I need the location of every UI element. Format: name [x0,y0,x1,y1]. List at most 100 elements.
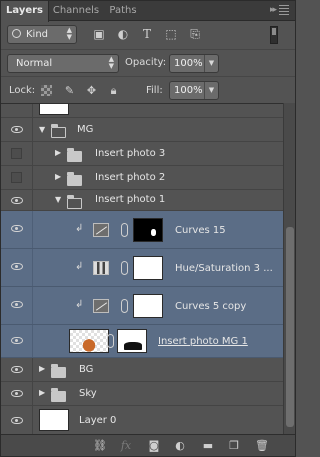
layer-name: BG [79,364,94,375]
shape-filter-icon[interactable]: ⬚ [163,27,179,41]
layer-row-mg[interactable]: ▼ MG [1,118,283,142]
collapsed-triangle-icon[interactable]: ▶ [55,172,61,181]
fx-icon[interactable]: fx [119,439,133,453]
eye-icon[interactable] [11,126,23,133]
layer-row-partial[interactable] [1,104,283,118]
layer-row-insert-photo-2[interactable]: ▶ Insert photo 2 [1,166,283,190]
clipping-arrow-icon: ↲ [75,223,84,234]
layer-row-curves-5-copy[interactable]: ↲ Curves 5 copy [1,287,283,325]
expanded-triangle-icon[interactable]: ▼ [39,125,45,134]
adjustment-filter-icon[interactable]: ◐ [115,27,131,41]
eye-icon[interactable] [11,225,23,232]
blend-mode-value: Normal [16,58,53,69]
layer-row-sky[interactable]: ▶ Sky [1,382,283,406]
image-filter-icon[interactable]: ▣ [91,27,107,41]
lock-label: Lock: [9,85,36,96]
layer-row-curves-15[interactable]: ↲ Curves 15 [1,211,283,249]
layer-thumbnail[interactable] [69,329,109,353]
trash-icon[interactable]: 🗑︎ [255,439,269,453]
visibility-off-box[interactable] [11,172,22,183]
collapsed-triangle-icon[interactable]: ▶ [39,364,45,373]
layer-row-hue-saturation-3[interactable]: ↲ Hue/Saturation 3 ... [1,249,283,287]
panel-tab-bar: Layers Channels Paths ▸▸ [1,1,295,22]
blend-mode-select[interactable]: Normal ▲ ▼ [7,54,119,73]
filter-row: Kind ▲ ▼ ▣ ◐ T ⬚ ⎘ [1,22,295,48]
chain-link-icon[interactable] [107,334,114,348]
chain-link-icon[interactable] [121,299,128,313]
layer-name: Insert photo MG 1 [158,336,248,347]
fill-dropdown-icon[interactable]: ▼ [204,82,218,99]
eye-icon[interactable] [11,197,23,204]
opacity-field[interactable]: 100% ▼ [169,54,219,73]
curves-adjustment-icon [93,299,109,313]
eye-icon[interactable] [11,366,23,373]
layer-row-insert-photo-3[interactable]: ▶ Insert photo 3 [1,142,283,166]
eye-icon[interactable] [11,390,23,397]
folder-icon [67,148,82,162]
curves-adjustment-icon [93,223,109,237]
filter-toggle-switch[interactable] [270,26,278,44]
layers-scrollbar[interactable] [283,103,295,434]
layer-thumbnail[interactable] [39,409,69,431]
layer-mask-thumbnail[interactable] [133,256,163,280]
search-icon [12,29,21,38]
layer-row-insert-photo-1[interactable]: ▼ Insert photo 1 [1,190,283,211]
visibility-off-box[interactable] [11,148,22,159]
blend-row: Normal ▲ ▼ Opacity: 100% ▼ [1,49,295,75]
lock-all-icon[interactable]: 🔒︎ [107,84,120,97]
chain-link-icon[interactable] [121,261,128,275]
lock-move-icon[interactable]: ✥ [85,84,98,97]
fill-field[interactable]: 100% ▼ [169,81,219,100]
folder-icon [51,364,66,378]
lock-paint-icon[interactable]: ✎ [63,84,76,97]
hue-saturation-adjustment-icon [93,261,109,275]
layer-mask-thumbnail[interactable] [133,218,163,242]
folder-icon [51,388,66,402]
collapse-panel-icon[interactable]: ▸▸ [270,5,277,15]
clipping-arrow-icon: ↲ [75,261,84,272]
type-filter-icon[interactable]: T [139,27,155,41]
add-mask-icon[interactable]: ◙ [147,439,161,453]
eye-icon[interactable] [11,337,23,344]
collapsed-triangle-icon[interactable]: ▶ [55,148,61,157]
chain-link-icon[interactable] [121,223,128,237]
layer-row-bg[interactable]: ▶ BG [1,358,283,382]
layer-row-insert-photo-mg-1[interactable]: Insert photo MG 1 [1,325,283,358]
eye-icon[interactable] [11,417,23,424]
panel-menu-icon[interactable] [279,5,289,15]
layer-row-layer-0[interactable]: Layer 0 [1,406,283,434]
layers-panel: Layers Channels Paths ▸▸ Kind ▲ ▼ ▣ ◐ T ⬚… [0,0,296,457]
scrollbar-thumb[interactable] [286,227,294,427]
layer-mask-thumbnail[interactable] [117,329,147,353]
tab-paths[interactable]: Paths [105,1,141,21]
expanded-triangle-icon[interactable]: ▼ [55,195,61,204]
layers-footer-toolbar: ⛓ fx ◙ ◐ ▬ ❐ 🗑︎ [1,434,295,456]
smart-object-filter-icon[interactable]: ⎘ [187,27,203,41]
folder-open-icon [66,195,82,209]
opacity-value: 100% [174,58,203,69]
tab-layers[interactable]: Layers [1,1,49,22]
filter-kind-label: Kind [26,29,49,40]
lock-transparent-icon[interactable] [41,85,52,96]
layer-name: Insert photo 1 [95,194,166,205]
new-group-icon[interactable]: ▬ [201,439,215,453]
select-arrows-icon: ▲ ▼ [66,26,72,41]
new-layer-icon[interactable]: ❐ [227,439,241,453]
layer-name: Curves 5 copy [175,301,247,312]
select-arrows-icon: ▲ ▼ [108,55,114,70]
layer-name: Insert photo 2 [95,172,166,183]
collapsed-triangle-icon[interactable]: ▶ [39,388,45,397]
eye-icon[interactable] [11,263,23,270]
layer-name: Insert photo 3 [95,148,166,159]
layer-mask-thumbnail[interactable] [133,294,163,318]
filter-kind-select[interactable]: Kind ▲ ▼ [7,25,77,44]
link-layers-icon[interactable]: ⛓ [93,439,107,453]
opacity-dropdown-icon[interactable]: ▼ [204,55,218,72]
tab-channels[interactable]: Channels [51,1,101,21]
opacity-label: Opacity: [125,57,167,68]
folder-open-icon [50,124,66,138]
fill-value: 100% [174,85,203,96]
layer-name: Sky [79,388,97,399]
eye-icon[interactable] [11,301,23,308]
new-adjustment-icon[interactable]: ◐ [173,439,187,453]
